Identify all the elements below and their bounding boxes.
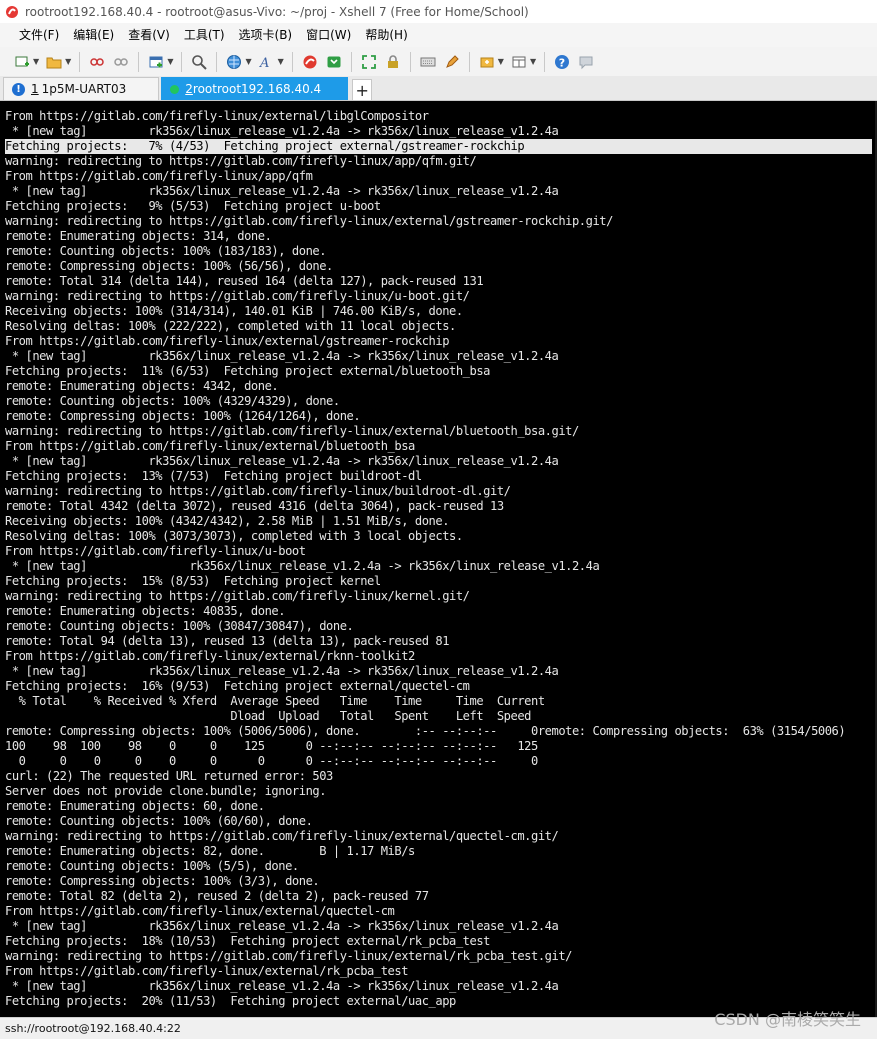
font-dropdown-icon[interactable]: ▼ bbox=[278, 57, 284, 66]
menu-window[interactable]: 窗口(W) bbox=[299, 23, 358, 47]
tab-uart[interactable]: ! 1 1p5M-UART03 bbox=[3, 77, 160, 100]
xshell-icon[interactable] bbox=[300, 52, 320, 72]
menu-view[interactable]: 查看(V) bbox=[121, 23, 177, 47]
tab-ssh-session[interactable]: 2 rootroot192.168.40.4 bbox=[161, 77, 349, 100]
menu-file[interactable]: 文件(F) bbox=[12, 23, 66, 47]
svg-text:A: A bbox=[259, 56, 269, 70]
layout-dropdown-icon[interactable]: ▼ bbox=[530, 57, 536, 66]
connection-status: ssh://rootroot@192.168.40.4:22 bbox=[5, 1022, 181, 1035]
terminal-line: Fetching projects: 20% (11/53) Fetching … bbox=[5, 994, 456, 1008]
font-icon[interactable]: A bbox=[257, 52, 277, 72]
menu-tools[interactable]: 工具(T) bbox=[177, 23, 232, 47]
add-tab-button[interactable]: + bbox=[352, 79, 373, 100]
connected-icon bbox=[170, 84, 180, 94]
svg-text:?: ? bbox=[559, 56, 565, 69]
layout-icon[interactable] bbox=[509, 52, 529, 72]
tab-label: 1p5M-UART03 bbox=[41, 82, 127, 96]
link-icon[interactable] bbox=[87, 52, 107, 72]
compose-dropdown-icon[interactable]: ▼ bbox=[498, 57, 504, 66]
new-tab-dropdown-icon[interactable]: ▼ bbox=[167, 57, 173, 66]
new-session-icon[interactable] bbox=[12, 52, 32, 72]
menu-help[interactable]: 帮助(H) bbox=[358, 23, 414, 47]
compose-icon[interactable] bbox=[477, 52, 497, 72]
fullscreen-icon[interactable] bbox=[359, 52, 379, 72]
open-dropdown-icon[interactable]: ▼ bbox=[65, 57, 71, 66]
tab-label: rootroot192.168.40.4 bbox=[192, 82, 322, 96]
help-icon[interactable]: ? bbox=[552, 52, 572, 72]
window-title: rootroot192.168.40.4 - rootroot@asus-Viv… bbox=[25, 4, 529, 19]
globe-icon[interactable] bbox=[224, 52, 244, 72]
tab-number: 1 bbox=[31, 82, 39, 96]
watermark: CSDN @南棱笑笑生 bbox=[714, 1010, 861, 1029]
xshell-app-icon bbox=[5, 5, 19, 19]
session-tab-bar: ! 1 1p5M-UART03 2 rootroot192.168.40.4 + bbox=[0, 76, 877, 101]
new-session-dropdown-icon[interactable]: ▼ bbox=[33, 57, 39, 66]
new-tab-icon[interactable] bbox=[146, 52, 166, 72]
chat-icon[interactable] bbox=[576, 52, 596, 72]
menu-edit[interactable]: 编辑(E) bbox=[66, 23, 121, 47]
terminal-output[interactable]: From https://gitlab.com/firefly-linux/ex… bbox=[0, 101, 877, 1017]
toolbar: ▼ ▼ ▼ ▼ A ▼ ▼ ▼ ? bbox=[0, 47, 877, 77]
warning-icon: ! bbox=[12, 82, 25, 96]
open-folder-icon[interactable] bbox=[44, 52, 64, 72]
globe-dropdown-icon[interactable]: ▼ bbox=[245, 57, 251, 66]
pen-icon[interactable] bbox=[442, 52, 462, 72]
keyboard-icon[interactable] bbox=[418, 52, 438, 72]
menu-bar: 文件(F) 编辑(E) 查看(V) 工具(T) 选项卡(B) 窗口(W) 帮助(… bbox=[0, 23, 877, 47]
unlink-icon[interactable] bbox=[111, 52, 131, 72]
tab-number: 2 bbox=[185, 82, 193, 96]
lock-icon[interactable] bbox=[383, 52, 403, 72]
xftp-icon[interactable] bbox=[324, 52, 344, 72]
search-icon[interactable] bbox=[189, 52, 209, 72]
menu-tabs[interactable]: 选项卡(B) bbox=[232, 23, 300, 47]
terminal-lines: From https://gitlab.com/firefly-linux/ex… bbox=[5, 105, 872, 1008]
title-bar: rootroot192.168.40.4 - rootroot@asus-Viv… bbox=[0, 0, 877, 23]
